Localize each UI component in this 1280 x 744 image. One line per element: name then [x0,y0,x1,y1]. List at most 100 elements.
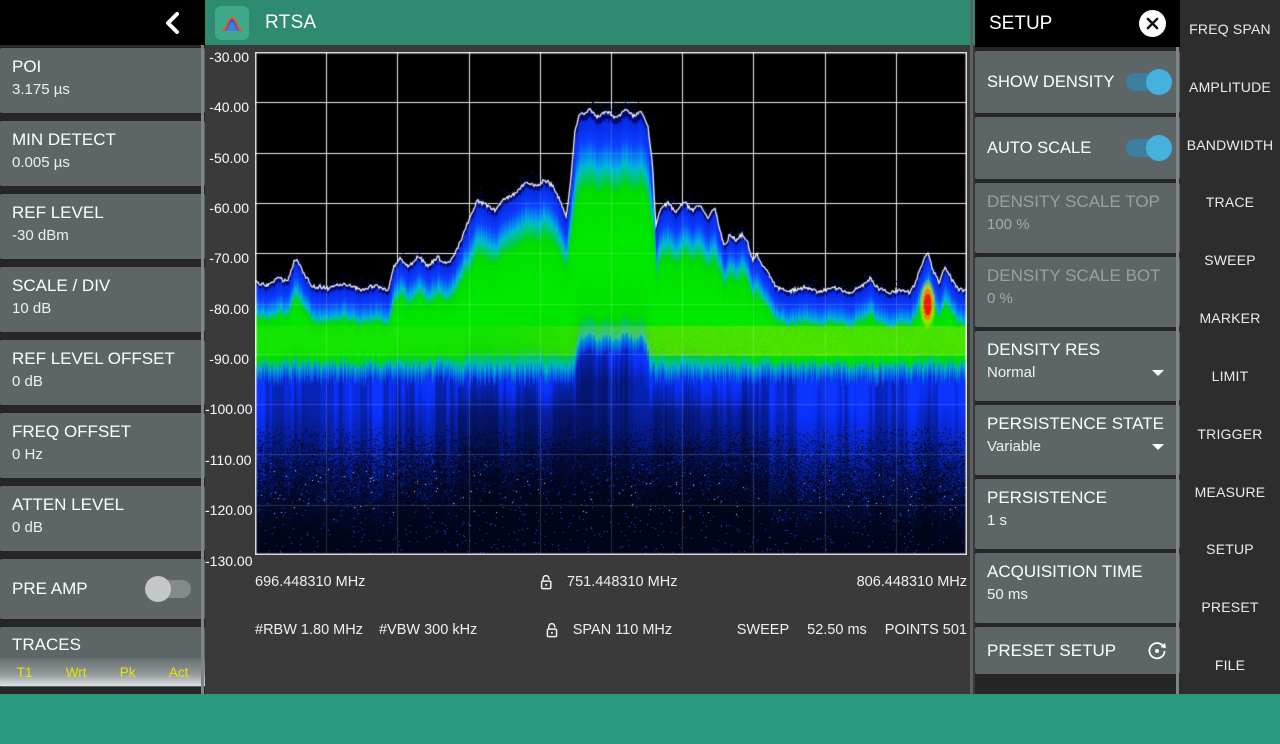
setting-label: DENSITY SCALE BOT [987,266,1161,285]
unlock-icon[interactable] [539,573,553,591]
menu-item-trigger[interactable]: TRIGGER [1180,405,1280,463]
param-value: 0 Hz [12,446,43,464]
setting-acquisition-time[interactable]: ACQUISITION TIME 50 ms [975,553,1180,623]
left-parameter-sidebar: POI 3.175 µs MIN DETECT 0.005 µs REF LEV… [0,0,205,694]
param-ref-level[interactable]: REF LEVEL -30 dBm [0,194,205,259]
menu-item-trace[interactable]: TRACE [1180,173,1280,231]
setting-label: AUTO SCALE [987,138,1092,157]
setup-panel-scrollbar[interactable] [1176,47,1179,694]
y-axis-tick: -70.00 [209,250,249,266]
softkey-menu: FREQ SPAN AMPLITUDE BANDWIDTH TRACE SWEE… [1180,0,1280,694]
traces-label: TRACES [12,635,81,654]
trace-tab-row: T1 Wrt Pk Act [0,658,205,687]
setting-label: SHOW DENSITY [987,72,1115,91]
param-label: ATTEN LEVEL [12,495,125,514]
status-bar-row: #RBW 1.80 MHz #VBW 300 kHz SPAN 110 MHz … [255,619,967,641]
param-freq-offset[interactable]: FREQ OFFSET 0 Hz [0,413,205,478]
y-axis-tick: -60.00 [209,200,249,216]
trace-tab-t1[interactable]: T1 [17,665,33,680]
chevron-down-icon [1152,443,1164,450]
setting-persistence-state[interactable]: PERSISTENCE STATE Variable [975,405,1180,475]
reset-icon [1148,641,1166,659]
density-spectrum-plot[interactable] [255,52,967,555]
bottom-nav-bar [0,694,1280,744]
setting-value: 0 % [987,290,1013,308]
main-panel-scrollbar[interactable] [970,0,973,694]
setting-value: 1 s [987,512,1008,530]
param-pre-amp[interactable]: PRE AMP [0,559,205,619]
rtsa-app-icon [215,5,249,40]
rbw-label: #RBW 1.80 MHz [255,622,363,638]
param-value: -30 dBm [12,227,69,245]
menu-item-measure[interactable]: MEASURE [1180,463,1280,521]
param-label: REF LEVEL OFFSET [12,349,175,368]
param-label: POI [12,57,42,76]
param-label: REF LEVEL [12,203,104,222]
param-scale-div[interactable]: SCALE / DIV 10 dB [0,267,205,332]
menu-item-marker[interactable]: MARKER [1180,289,1280,347]
menu-item-amplitude[interactable]: AMPLITUDE [1180,58,1280,116]
y-axis-tick: -90.00 [209,351,249,367]
center-frequency-label: 751.448310 MHz [567,574,678,590]
menu-item-preset[interactable]: PRESET [1180,578,1280,636]
trace-tab-pk[interactable]: Pk [120,665,136,680]
sweep-time-value: 52.50 ms [807,622,867,638]
auto-scale-toggle[interactable] [1126,135,1172,161]
menu-item-freq-span[interactable]: FREQ SPAN [1180,0,1280,58]
traces-section[interactable]: TRACES T1 Wrt Pk Act [0,627,205,687]
frequency-label-row: 696.448310 MHz 751.448310 MHz 806.448310… [255,571,967,593]
setup-panel: SETUP SHOW DENSITY AUTO SCALE DENSITY SC… [975,0,1180,694]
setting-density-scale-bot: DENSITY SCALE BOT 0 % [975,257,1180,327]
menu-item-setup[interactable]: SETUP [1180,520,1280,578]
menu-item-file[interactable]: FILE [1180,636,1280,694]
preset-setup-button[interactable]: PRESET SETUP [975,627,1180,674]
sidebar-header [0,0,205,45]
setting-label: DENSITY RES [987,340,1101,359]
back-chevron-icon[interactable] [161,10,187,36]
sidebar-scrollbar[interactable] [201,45,204,694]
menu-item-sweep[interactable]: SWEEP [1180,231,1280,289]
setting-label: DENSITY SCALE TOP [987,192,1160,211]
y-axis-tick: -110.00 [205,452,252,468]
pre-amp-toggle[interactable] [145,576,191,602]
setting-value: 50 ms [987,586,1028,604]
menu-item-bandwidth[interactable]: BANDWIDTH [1180,116,1280,174]
param-label: SCALE / DIV [12,276,111,295]
start-frequency-label: 696.448310 MHz [255,574,366,590]
trace-tab-act[interactable]: Act [169,665,189,680]
chevron-down-icon [1152,369,1164,376]
setting-label: ACQUISITION TIME [987,562,1143,581]
param-label: PRE AMP [12,579,88,599]
unlock-icon[interactable] [545,621,559,639]
y-axis-tick: -30.00 [209,49,249,65]
param-value: 0 dB [12,519,43,537]
setting-density-res[interactable]: DENSITY RES Normal [975,331,1180,401]
y-axis-tick: -130.00 [205,553,253,569]
app-header: RTSA [205,0,975,45]
points-label: POINTS 501 [884,622,967,638]
param-poi[interactable]: POI 3.175 µs [0,48,205,113]
setting-density-scale-top: DENSITY SCALE TOP 100 % [975,183,1180,253]
setting-auto-scale[interactable]: AUTO SCALE [975,117,1180,179]
menu-item-limit[interactable]: LIMIT [1180,347,1280,405]
show-density-toggle[interactable] [1126,69,1172,95]
setting-show-density[interactable]: SHOW DENSITY [975,51,1180,113]
vbw-label: #VBW 300 kHz [378,622,478,638]
param-value: 10 dB [12,300,52,318]
param-min-detect[interactable]: MIN DETECT 0.005 µs [0,121,205,186]
param-value: 0 dB [12,373,43,391]
close-icon[interactable] [1139,10,1166,37]
setting-persistence[interactable]: PERSISTENCE 1 s [975,479,1180,549]
setup-panel-header: SETUP [975,0,1180,47]
main-display-area: RTSA -30.00 -40.00 -50.00 -60.00 -70.00 … [205,0,975,694]
param-label: MIN DETECT [12,130,116,149]
y-axis-tick: -120.00 [205,502,253,518]
trace-tab-wrt[interactable]: Wrt [66,665,87,680]
y-axis-tick: -100.00 [205,401,253,417]
setting-label: PERSISTENCE STATE [987,414,1164,433]
param-ref-level-offset[interactable]: REF LEVEL OFFSET 0 dB [0,340,205,405]
sweep-label: SWEEP [736,622,790,638]
param-value: 0.005 µs [12,154,70,172]
span-label: SPAN 110 MHz [572,622,673,638]
param-atten-level[interactable]: ATTEN LEVEL 0 dB [0,486,205,551]
